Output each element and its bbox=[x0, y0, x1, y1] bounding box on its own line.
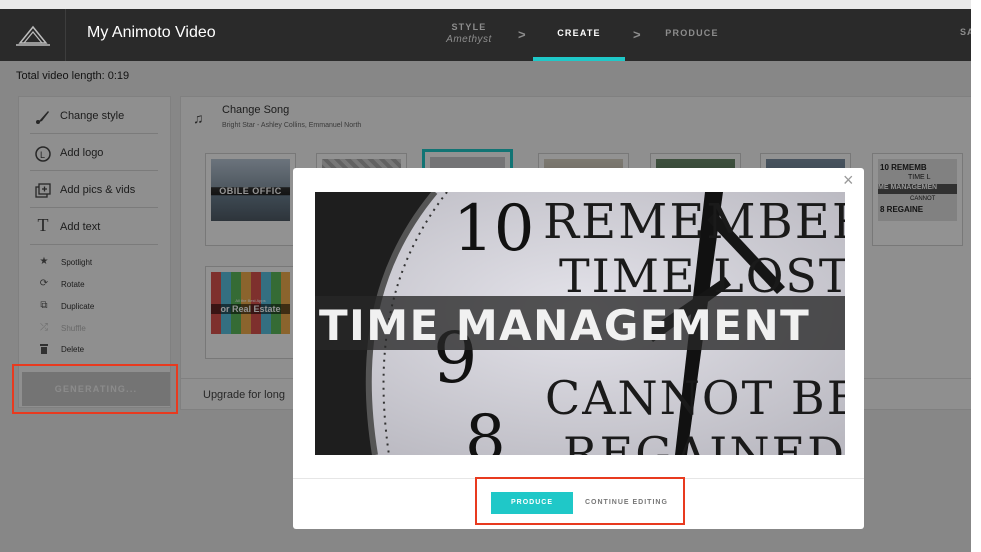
step-create[interactable]: CREATE bbox=[533, 9, 625, 61]
animoto-logo[interactable] bbox=[0, 9, 66, 61]
preview-line-2: TIME LOST bbox=[559, 249, 845, 303]
video-title[interactable]: My Animoto Video bbox=[87, 24, 216, 42]
highlight-box-modal-actions bbox=[475, 477, 685, 525]
chevron-right-icon: > bbox=[518, 27, 526, 42]
animoto-logo-icon bbox=[16, 25, 50, 46]
preview-line-3: CANNOT BE bbox=[545, 371, 845, 425]
preview-banner: TIME MANAGEMENT bbox=[319, 301, 810, 350]
save-button[interactable]: SA bbox=[960, 27, 971, 37]
close-icon[interactable]: × bbox=[843, 170, 854, 191]
video-preview[interactable]: 10 9 8 REMEMBER TIME LOST TIME MANAGEMEN… bbox=[315, 192, 845, 455]
highlight-box-generating bbox=[12, 364, 178, 414]
preview-line-1: REMEMBER bbox=[543, 194, 845, 250]
preview-line-4: REGAINED bbox=[563, 427, 845, 455]
clock-illustration: 10 9 8 REMEMBER TIME LOST TIME MANAGEMEN… bbox=[315, 192, 845, 455]
preview-numeral-10: 10 bbox=[453, 192, 534, 266]
step-style-name: Amethyst bbox=[446, 34, 492, 45]
step-produce[interactable]: PRODUCE bbox=[652, 9, 732, 61]
preview-modal: × 10 9 8 REMEMBER TIME LOST TIME MANAGEM… bbox=[293, 168, 864, 529]
app-window: My Animoto Video STYLE Amethyst > CREATE… bbox=[0, 0, 971, 552]
step-style[interactable]: STYLE Amethyst bbox=[434, 22, 504, 45]
step-style-label: STYLE bbox=[451, 22, 487, 32]
top-nav: My Animoto Video STYLE Amethyst > CREATE… bbox=[0, 9, 971, 61]
chevron-right-icon: > bbox=[633, 27, 641, 42]
preview-numeral-8: 8 bbox=[465, 402, 506, 455]
